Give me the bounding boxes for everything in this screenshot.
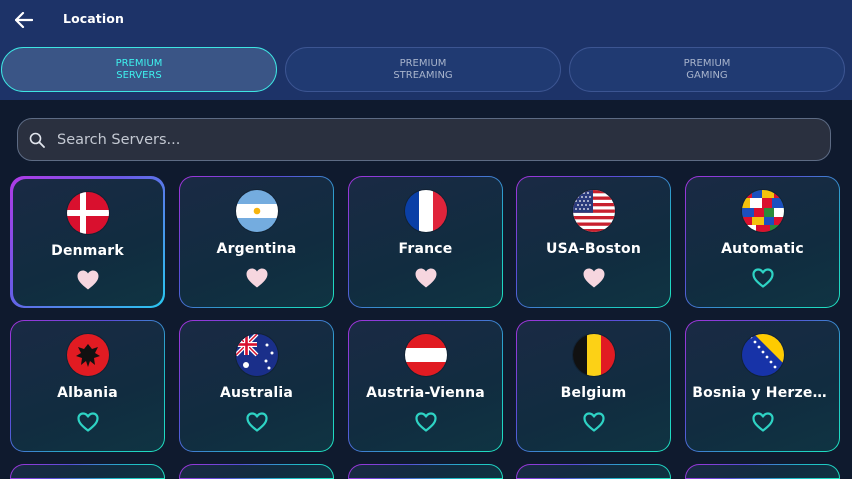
- bosnia-flag: [741, 334, 784, 377]
- tab-label: PREMIUM GAMING: [683, 57, 731, 81]
- heart-outline-icon[interactable]: [751, 267, 775, 289]
- heart-filled-icon[interactable]: [414, 267, 438, 289]
- server-name: Denmark: [51, 242, 124, 259]
- server-card-belgium[interactable]: Belgium: [516, 320, 671, 452]
- server-card-body: [349, 465, 502, 478]
- server-card-partial[interactable]: [685, 464, 840, 479]
- heart-outline-icon[interactable]: [414, 411, 438, 433]
- server-card-bosnia-y-herzeg[interactable]: Bosnia y Herzeg…: [685, 320, 840, 452]
- austria-flag: [404, 334, 447, 377]
- server-card-body: [517, 465, 670, 478]
- server-name: France: [398, 241, 453, 258]
- heart-filled-icon[interactable]: [76, 269, 100, 291]
- tab-label: PREMIUM STREAMING: [393, 57, 453, 81]
- belgium-flag: [572, 334, 615, 377]
- search-bar[interactable]: [17, 118, 831, 161]
- heart-outline-icon[interactable]: [76, 411, 100, 433]
- france-flag: [404, 190, 447, 233]
- tab-premium-servers[interactable]: PREMIUM SERVERS: [1, 47, 277, 92]
- tab-label: PREMIUM SERVERS: [115, 57, 163, 81]
- server-card-body: Belgium: [517, 321, 670, 451]
- app-header: Location PREMIUM SERVERS PREMIUM STREAMI…: [0, 0, 852, 100]
- server-card-argentina[interactable]: Argentina: [179, 176, 334, 308]
- server-card-body: USA-Boston: [517, 177, 670, 307]
- server-card-partial[interactable]: [516, 464, 671, 479]
- server-card-body: Argentina: [180, 177, 333, 307]
- server-card-body: [686, 465, 839, 478]
- server-name: Australia: [219, 385, 294, 402]
- page-title: Location: [63, 11, 124, 26]
- back-button[interactable]: [12, 9, 36, 31]
- server-name: Austria-Vienna: [366, 385, 485, 402]
- server-name: Argentina: [216, 241, 297, 258]
- heart-outline-icon[interactable]: [582, 411, 606, 433]
- server-card-australia[interactable]: Australia: [179, 320, 334, 452]
- server-card-partial[interactable]: [348, 464, 503, 479]
- server-card-partial[interactable]: [179, 464, 334, 479]
- argentina-flag: [235, 190, 278, 233]
- server-card-body: Albania: [11, 321, 164, 451]
- australia-flag: [235, 334, 278, 377]
- server-card-body: Austria-Vienna: [349, 321, 502, 451]
- server-card-body: Denmark: [12, 178, 163, 306]
- arrow-left-icon: [15, 12, 33, 28]
- server-card-partial[interactable]: [10, 464, 165, 479]
- server-card-france[interactable]: France: [348, 176, 503, 308]
- server-name: Belgium: [560, 385, 627, 402]
- denmark-flag: [66, 191, 109, 234]
- server-card-body: [11, 465, 164, 478]
- server-card-body: Bosnia y Herzeg…: [686, 321, 839, 451]
- tab-premium-streaming[interactable]: PREMIUM STREAMING: [285, 47, 561, 92]
- server-name: Albania: [57, 385, 118, 402]
- server-card-body: Automatic: [686, 177, 839, 307]
- server-card-automatic[interactable]: Automatic: [685, 176, 840, 308]
- server-card-albania[interactable]: Albania: [10, 320, 165, 452]
- world-flags-icon: [741, 190, 784, 233]
- server-card-body: [180, 465, 333, 478]
- tab-premium-gaming[interactable]: PREMIUM GAMING: [569, 47, 845, 92]
- server-name: USA-Boston: [546, 241, 641, 258]
- heart-filled-icon[interactable]: [582, 267, 606, 289]
- server-name: Bosnia y Herzeg…: [692, 385, 837, 402]
- heart-outline-icon[interactable]: [245, 411, 269, 433]
- server-card-body: Australia: [180, 321, 333, 451]
- server-card-usa-boston[interactable]: USA-Boston: [516, 176, 671, 308]
- server-card-body: France: [349, 177, 502, 307]
- albania-flag: [66, 334, 109, 377]
- server-card-denmark[interactable]: Denmark: [10, 176, 165, 308]
- server-name: Automatic: [721, 241, 804, 258]
- server-card-austria-vienna[interactable]: Austria-Vienna: [348, 320, 503, 452]
- search-icon: [28, 131, 46, 149]
- heart-outline-icon[interactable]: [751, 411, 775, 433]
- usa-flag: [572, 190, 615, 233]
- heart-filled-icon[interactable]: [245, 267, 269, 289]
- search-input[interactable]: [55, 130, 799, 149]
